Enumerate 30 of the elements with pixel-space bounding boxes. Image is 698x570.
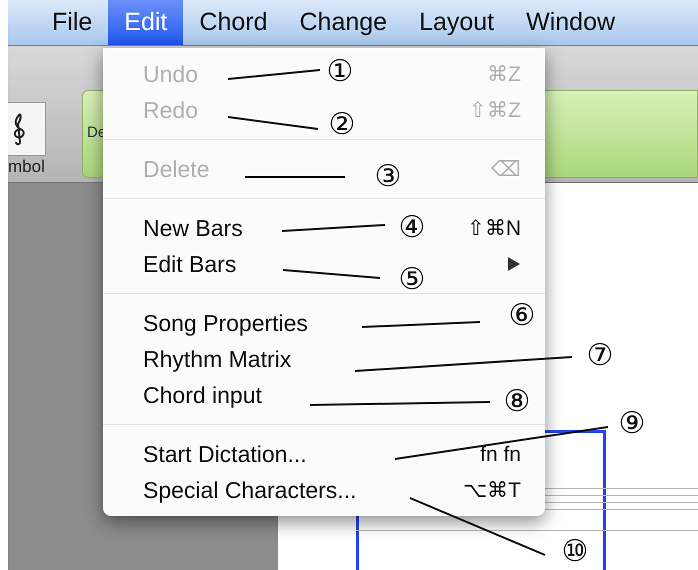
callout-number: ⑧ bbox=[504, 387, 530, 417]
shortcut-text: ⌘Z bbox=[487, 64, 521, 84]
callout-number: ⑩ bbox=[562, 537, 588, 567]
shortcut-text: ⇧⌘Z bbox=[469, 100, 521, 120]
callout-number: ⑥ bbox=[508, 301, 536, 331]
button-label: mbol bbox=[8, 156, 45, 177]
menu-bar-item[interactable]: Chord bbox=[183, 0, 284, 45]
callout-number: ④ bbox=[398, 213, 426, 243]
shortcut-text: ⇧⌘N bbox=[466, 218, 521, 238]
menu-item-label[interactable]: New Bars bbox=[143, 216, 243, 240]
callout-number: ② bbox=[328, 110, 356, 140]
menu-item-label[interactable]: Edit Bars bbox=[143, 252, 236, 276]
menu-item-label[interactable]: Start Dictation... bbox=[143, 442, 307, 466]
menu-bar-item[interactable]: File bbox=[36, 0, 108, 45]
menu-bar-item[interactable]: Window bbox=[510, 0, 632, 45]
callout-number: ⑤ bbox=[398, 265, 426, 295]
shortcut-text: ⌫ bbox=[491, 158, 521, 180]
menu-item-label[interactable]: Rhythm Matrix bbox=[143, 348, 292, 370]
menu-bar-item[interactable]: Change bbox=[283, 0, 404, 45]
menu-item-label[interactable]: Chord input bbox=[143, 384, 262, 406]
callout-number: ⑨ bbox=[618, 409, 646, 439]
callout-number: ③ bbox=[374, 162, 402, 192]
menu-bar-item[interactable]: Edit bbox=[108, 0, 184, 45]
menu-item-label[interactable]: Special Characters... bbox=[143, 478, 356, 502]
shortcut-text: fn fn bbox=[480, 444, 521, 464]
callout-number: ⑦ bbox=[586, 341, 614, 371]
shortcut-text: ⌥⌘T bbox=[463, 480, 521, 500]
menu-item-label[interactable]: Song Properties bbox=[143, 312, 308, 334]
menu-bar-item[interactable]: Layout bbox=[403, 0, 510, 45]
callout-number: ① bbox=[326, 57, 354, 87]
